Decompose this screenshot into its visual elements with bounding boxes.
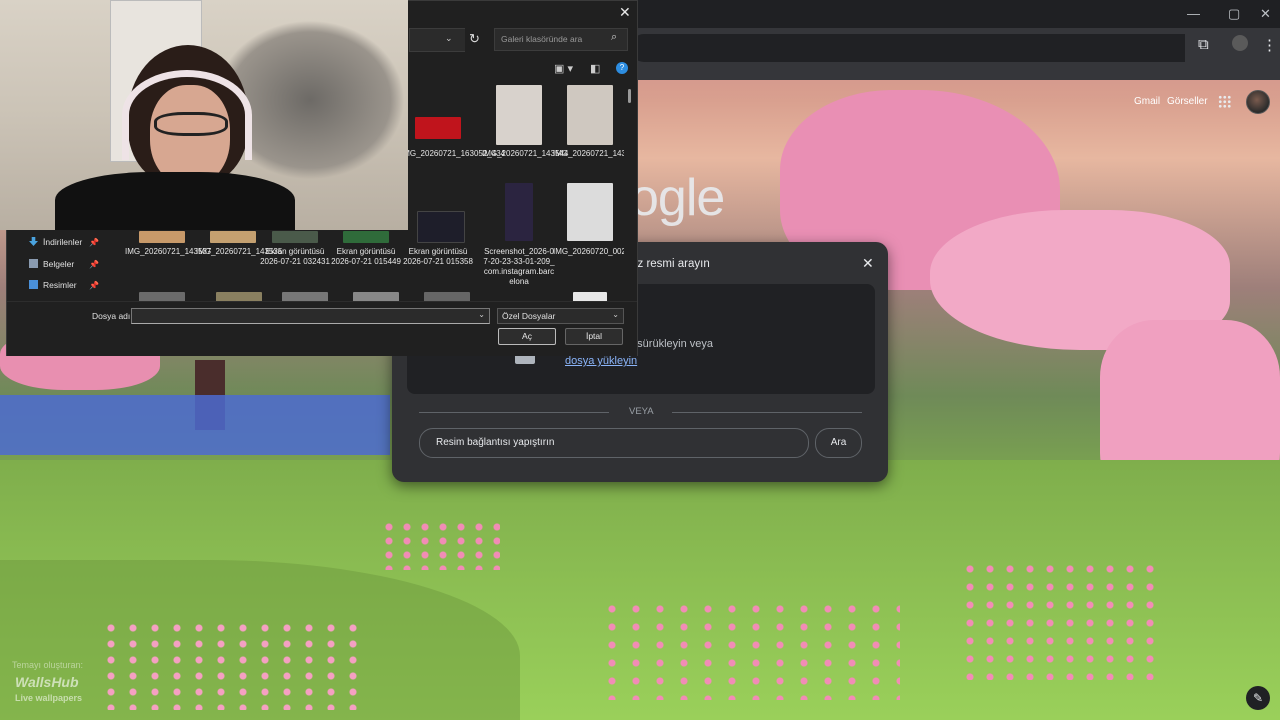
wallpaper-credit: Temayı oluşturan: bbox=[12, 660, 84, 670]
pink-flowers bbox=[600, 600, 900, 700]
file-name[interactable]: IMG_20260721_143537 bbox=[125, 247, 211, 257]
refresh-icon[interactable]: ↻ bbox=[469, 31, 480, 47]
download-icon bbox=[29, 237, 38, 246]
file-type-value: Özel Dosyalar bbox=[502, 311, 556, 321]
dialog-footer: Dosya adı: ⌄ Özel Dosyalar ⌄ Aç İptal bbox=[7, 301, 637, 356]
person-shirt bbox=[55, 172, 295, 230]
cancel-button[interactable]: İptal bbox=[565, 328, 623, 345]
or-separator: VEYA bbox=[629, 406, 654, 417]
nav-item-documents[interactable]: Belgeler bbox=[29, 259, 74, 269]
glasses bbox=[154, 112, 228, 136]
address-field[interactable] bbox=[409, 28, 465, 52]
divider bbox=[672, 412, 862, 413]
close-icon[interactable]: ✕ bbox=[1260, 6, 1271, 22]
file-thumbnail[interactable] bbox=[505, 183, 533, 241]
document-icon bbox=[29, 259, 38, 268]
close-icon[interactable]: ✕ bbox=[619, 4, 631, 21]
file-name[interactable]: IMG_20260721_163052_434 bbox=[401, 149, 505, 159]
image-url-input[interactable]: Resim bağlantısı yapıştırın bbox=[419, 428, 809, 458]
wallpaper-tagline: Live wallpapers bbox=[15, 693, 83, 703]
file-type-select[interactable]: Özel Dosyalar ⌄ bbox=[497, 308, 624, 324]
file-name[interactable]: IMG_20260721_143544 bbox=[482, 149, 568, 159]
file-thumbnail[interactable] bbox=[496, 85, 542, 145]
close-icon[interactable]: ✕ bbox=[862, 255, 874, 272]
chevron-down-icon[interactable]: ⌄ bbox=[478, 310, 485, 319]
panel-title: iniz resmi arayın bbox=[626, 258, 710, 270]
open-button[interactable]: Aç bbox=[498, 328, 556, 345]
pin-icon[interactable]: 📌 bbox=[89, 260, 99, 269]
minimize-icon[interactable]: — bbox=[1187, 6, 1200, 21]
search-placeholder: Galeri klasöründe ara bbox=[501, 34, 583, 44]
webcam-overlay bbox=[0, 0, 408, 230]
file-thumbnail[interactable] bbox=[139, 231, 185, 243]
pin-icon[interactable]: 📌 bbox=[89, 238, 99, 247]
chevron-down-icon: ⌄ bbox=[612, 310, 619, 319]
extensions-icon[interactable]: ⧉ bbox=[1198, 36, 1209, 53]
filename-label: Dosya adı: bbox=[92, 311, 133, 321]
url-placeholder: Resim bağlantısı yapıştırın bbox=[436, 437, 555, 448]
divider bbox=[419, 412, 609, 413]
file-name[interactable]: IMG_20260721_143541 bbox=[553, 149, 624, 159]
pin-icon[interactable]: 📌 bbox=[89, 281, 99, 290]
wallpaper-brand-logo: WallsHub bbox=[15, 674, 79, 690]
google-logo: ogle bbox=[630, 169, 725, 227]
scrollbar[interactable] bbox=[628, 89, 631, 103]
nav-item-downloads[interactable]: İndirilenler bbox=[29, 237, 82, 247]
chevron-down-icon[interactable]: ⌄ bbox=[445, 33, 453, 44]
images-link[interactable]: Görseller bbox=[1167, 96, 1208, 107]
apps-icon[interactable] bbox=[1218, 95, 1231, 108]
drop-instructions: n sürükleyin veya bbox=[628, 338, 713, 350]
preview-pane-icon[interactable]: ◧ bbox=[590, 62, 600, 75]
file-thumbnail[interactable] bbox=[417, 211, 465, 243]
help-icon[interactable]: ? bbox=[616, 62, 628, 74]
pink-flowers bbox=[380, 520, 500, 570]
upload-file-link[interactable]: dosya yükleyin bbox=[565, 355, 637, 367]
search-icon[interactable]: ⌕ bbox=[611, 31, 617, 44]
avatar[interactable] bbox=[1246, 90, 1270, 114]
file-thumbnail[interactable] bbox=[210, 231, 256, 243]
file-name[interactable]: Ekran görüntüsü 2026-07-21 015449 bbox=[329, 247, 403, 267]
address-bar[interactable] bbox=[630, 34, 1185, 62]
file-name[interactable]: Ekran görüntüsü 2026-07-21 032431 bbox=[258, 247, 332, 267]
menu-icon[interactable]: ⋮ bbox=[1262, 36, 1277, 54]
view-mode-icon[interactable]: ▣ ▾ bbox=[554, 62, 573, 75]
search-button[interactable]: Ara bbox=[815, 428, 862, 458]
nav-item-pictures[interactable]: Resimler bbox=[29, 280, 77, 290]
file-thumbnail[interactable] bbox=[272, 231, 318, 243]
pink-flowers bbox=[100, 620, 360, 710]
file-name[interactable]: Screenshot_2026-07-20-23-33-01-209_com.i… bbox=[482, 247, 556, 287]
file-thumbnail[interactable] bbox=[567, 183, 613, 241]
maximize-icon[interactable]: ▢ bbox=[1228, 6, 1240, 22]
file-thumbnail[interactable] bbox=[343, 231, 389, 243]
edit-icon[interactable]: ✎ bbox=[1246, 686, 1270, 710]
filename-input[interactable]: ⌄ bbox=[131, 308, 490, 324]
gmail-link[interactable]: Gmail bbox=[1134, 96, 1160, 107]
file-thumbnail[interactable] bbox=[567, 85, 613, 145]
file-thumbnail[interactable] bbox=[415, 117, 461, 139]
file-name[interactable]: IMG_20260720_002946 bbox=[553, 247, 624, 257]
pink-flowers bbox=[960, 560, 1160, 680]
profile-icon[interactable] bbox=[1232, 35, 1248, 51]
pictures-icon bbox=[29, 280, 38, 289]
water bbox=[0, 395, 390, 455]
folder-search-input[interactable]: Galeri klasöründe ara ⌕ bbox=[494, 28, 628, 51]
file-name[interactable]: Ekran görüntüsü 2026-07-21 015358 bbox=[401, 247, 475, 267]
